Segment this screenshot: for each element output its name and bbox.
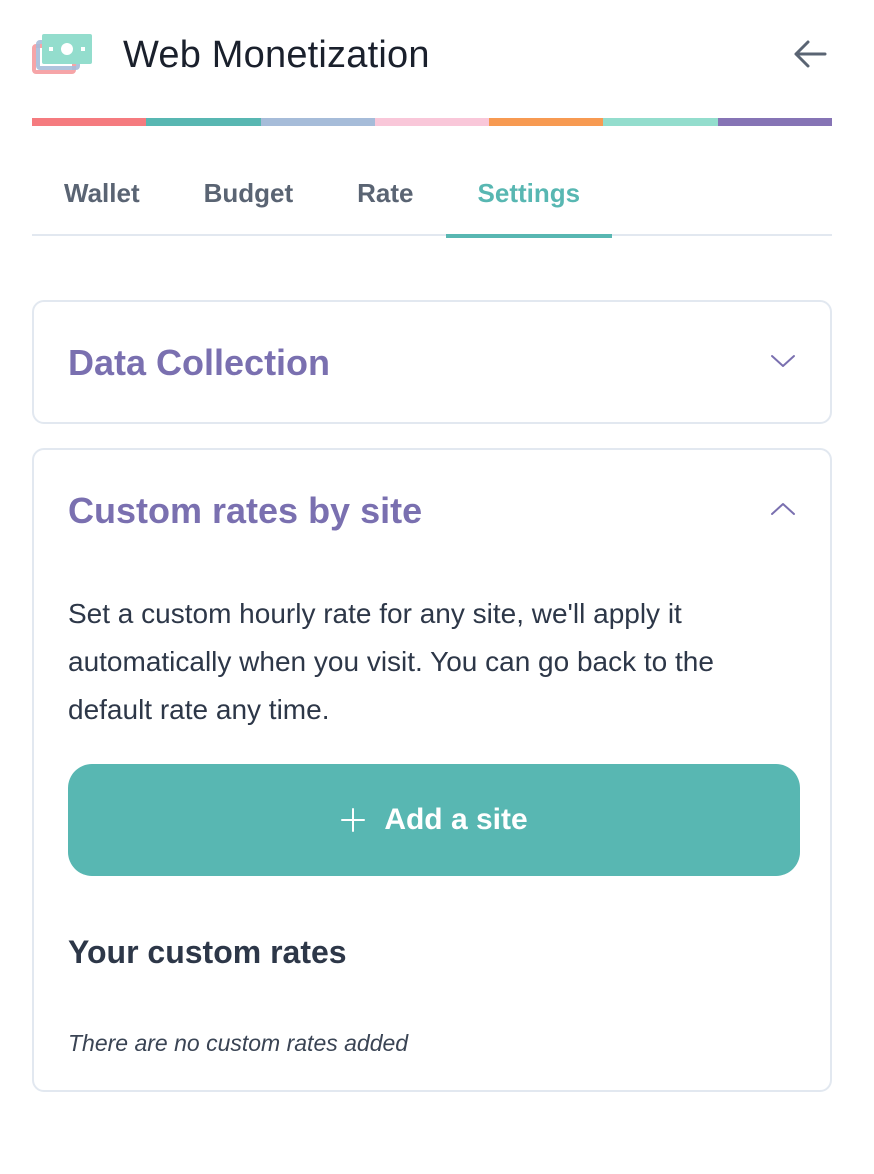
plus-icon [341, 808, 366, 832]
data-collection-panel: Data Collection [32, 300, 832, 424]
chevron-up-icon [771, 503, 795, 515]
stripe-segment [717, 118, 832, 126]
chevron-down-icon [771, 355, 795, 367]
stripe-segment [260, 118, 375, 126]
your-custom-rates-heading: Your custom rates [68, 934, 347, 970]
app-title: Web Monetization [123, 34, 430, 76]
custom-rates-title: Custom rates by site [68, 490, 423, 531]
data-collection-title: Data Collection [68, 342, 331, 383]
tab-bar: Wallet Budget Rate Settings [32, 160, 832, 238]
stripe-segment [146, 118, 261, 126]
settings-page: Web Monetization Wallet Budget Rate Sett… [0, 0, 874, 1174]
data-collection-header[interactable]: Data Collection [34, 302, 830, 424]
arrow-left-icon [794, 40, 827, 68]
custom-rates-header[interactable]: Custom rates by site [34, 450, 830, 572]
stripe-segment [374, 118, 490, 126]
custom-rates-description: Set a custom hourly rate for any site, w… [68, 598, 714, 725]
tab-settings[interactable]: Settings [445, 160, 613, 238]
tab-budget[interactable]: Budget [172, 160, 326, 236]
back-button[interactable] [792, 36, 828, 72]
tab-wallet[interactable]: Wallet [32, 160, 172, 236]
custom-rates-panel: Custom rates by site Set a custom hourly… [32, 448, 832, 1092]
stripe-segment [32, 118, 147, 126]
add-site-label: Add a site [384, 803, 528, 836]
brand-color-stripe [32, 118, 832, 126]
add-site-button[interactable]: Add a site [68, 764, 800, 876]
stripe-segment [489, 118, 604, 126]
stripe-segment [603, 118, 718, 126]
header: Web Monetization [32, 28, 832, 88]
tab-rate[interactable]: Rate [325, 160, 445, 236]
money-bill-logo-icon [32, 32, 94, 78]
empty-state-text: There are no custom rates added [68, 1030, 409, 1056]
